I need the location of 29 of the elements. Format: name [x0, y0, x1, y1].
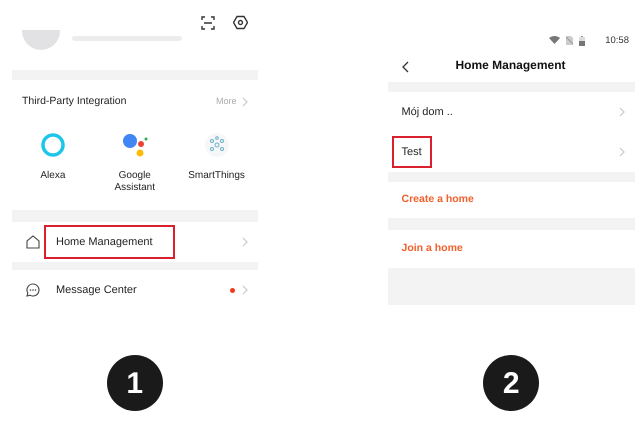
settings-icon[interactable]	[232, 15, 248, 30]
integration-item[interactable]: SmartThings	[176, 124, 258, 210]
home-icon	[26, 235, 40, 249]
menu-item[interactable]: Message Center	[12, 270, 258, 310]
scan-icon[interactable]	[200, 16, 214, 30]
network-icon	[204, 132, 230, 158]
home-item[interactable]: Test	[388, 132, 635, 172]
battery-icon	[579, 36, 586, 46]
step-badge: 1	[106, 355, 163, 411]
chevron-icon	[619, 147, 625, 157]
integration-item[interactable]: Google Assistant	[94, 124, 176, 210]
chevron-icon	[242, 285, 248, 295]
chevron-icon	[242, 237, 248, 247]
integration-item[interactable]: Alexa	[12, 124, 94, 210]
avatar	[22, 30, 60, 50]
ring-icon	[40, 132, 66, 158]
no-sim-icon	[566, 36, 574, 45]
chevron-icon	[242, 97, 248, 107]
chat-icon	[26, 283, 40, 297]
step-badge: 2	[483, 355, 540, 411]
menu-item[interactable]: Home Management	[12, 222, 258, 262]
status-time: 10:58	[605, 36, 629, 46]
section-title: Third-Party Integration	[22, 94, 126, 110]
screen-title: Home Management	[456, 57, 566, 74]
chevron-icon	[619, 107, 625, 117]
dots-icon	[120, 132, 149, 158]
wifi-icon	[549, 36, 560, 44]
back-icon[interactable]	[402, 61, 408, 73]
home-item[interactable]: Mój dom ..	[388, 92, 635, 132]
